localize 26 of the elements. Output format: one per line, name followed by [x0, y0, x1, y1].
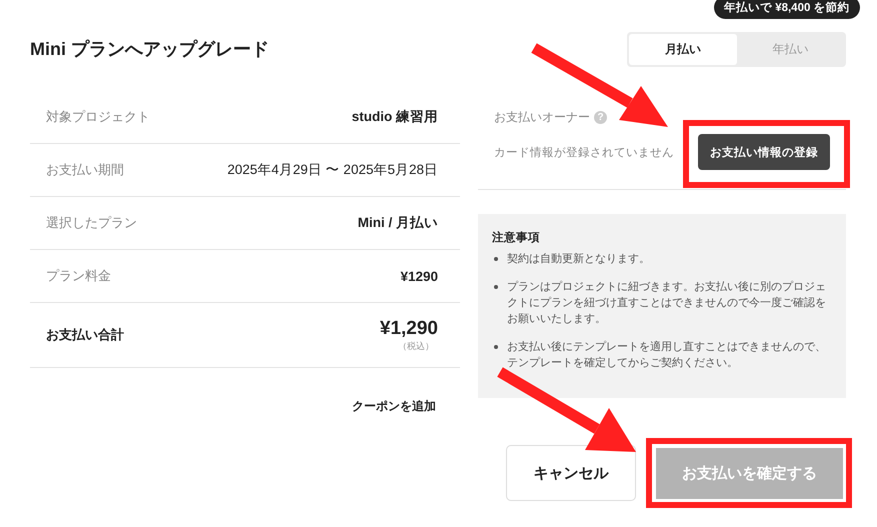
summary-label: お支払い合計 — [46, 326, 124, 344]
summary-label: お支払い期間 — [46, 161, 124, 179]
dialog-title: Mini プランへアップグレード — [30, 38, 270, 60]
note-text: 契約は自動更新となります。 — [507, 252, 650, 267]
summary-value: ¥1,290 — [380, 318, 438, 340]
savings-badge: 年払いで ¥8,400 を節約 — [714, 0, 860, 19]
summary-value: 2025年4月29日 〜 2025年5月28日 — [227, 161, 438, 179]
register-payment-button[interactable]: お支払い情報の登録 — [698, 134, 830, 170]
bullet-icon — [494, 285, 498, 289]
summary-label: プラン料金 — [46, 267, 111, 285]
owner-label: お支払いオーナー — [494, 109, 590, 126]
add-coupon-link[interactable]: クーポンを追加 — [352, 398, 436, 415]
summary-value: studio 練習用 — [352, 108, 438, 126]
notes-title: 注意事項 — [492, 230, 541, 245]
bullet-icon — [494, 345, 498, 349]
summary-label: 選択したプラン — [46, 214, 137, 232]
note-text: お支払い後にテンプレートを適用し直すことはできませんので、テンプレートを確定してからご契約ください。 — [507, 340, 827, 371]
note-text: プランはプロジェクトに紐づきます。お支払い後に別のプロジェクトにプランを紐づけ直すことはできませんので今一度ご確認をお願いいたします。 — [507, 280, 827, 327]
summary-value: ¥1290 — [400, 268, 438, 284]
tax-note: （税込） — [398, 340, 434, 352]
bullet-icon — [494, 257, 498, 261]
card-status-text: カード情報が登録されていません — [494, 146, 674, 160]
cancel-button[interactable]: キャンセル — [506, 445, 636, 501]
billing-tab[interactable]: 月払い — [629, 34, 736, 65]
summary-label: 対象プロジェクト — [46, 108, 150, 126]
summary-value: Mini / 月払い — [358, 214, 438, 232]
